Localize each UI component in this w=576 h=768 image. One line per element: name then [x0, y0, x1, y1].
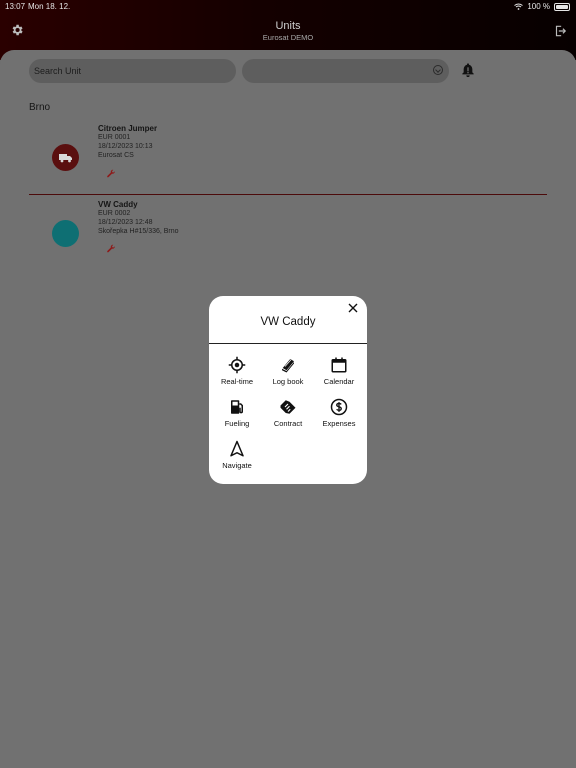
logout-icon[interactable] [553, 24, 567, 38]
unit-name: Citroen Jumper [98, 124, 158, 133]
book-icon [282, 359, 294, 373]
unit-location: Skořepka H#15/336, Brno [98, 228, 179, 235]
calendar-icon [331, 357, 347, 373]
unit-timestamp: 18/12/2023 10:13 [98, 143, 153, 150]
action-expenses[interactable]: Expenses [313, 398, 365, 438]
unit-avatar [52, 220, 79, 247]
action-label: Fueling [224, 419, 250, 428]
status-indicators: 100 % [514, 2, 570, 11]
battery-percent: 100 % [527, 2, 550, 11]
close-icon[interactable] [348, 303, 358, 313]
action-fueling[interactable]: Fueling [211, 398, 263, 438]
unit-plate: EUR 0001 [98, 134, 131, 141]
action-label: Real-time [220, 377, 254, 386]
wrench-icon[interactable] [106, 244, 116, 254]
chevron-down-icon [433, 65, 443, 75]
group-heading: Brno [29, 102, 51, 113]
fuel-pump-icon [231, 400, 243, 414]
unit-actions-modal: VW Caddy Real-time Log book Calendar Fue… [209, 296, 367, 484]
unit-plate: EUR 0002 [98, 210, 131, 217]
page-title: Units [275, 20, 301, 32]
unit-timestamp: 18/12/2023 12:48 [98, 219, 153, 226]
list-divider [29, 194, 547, 195]
action-log-book[interactable]: Log book [262, 356, 314, 396]
unit-location: Eurosat CS [98, 152, 134, 159]
search-input[interactable] [29, 59, 236, 83]
filter-dropdown[interactable] [242, 59, 449, 83]
action-navigate[interactable]: Navigate [211, 440, 263, 480]
modal-title: VW Caddy [260, 316, 316, 328]
action-real-time[interactable]: Real-time [211, 356, 263, 396]
action-calendar[interactable]: Calendar [313, 356, 365, 396]
action-label: Calendar [323, 377, 355, 386]
unit-avatar [52, 144, 79, 171]
status-date: Mon 18. 12. [28, 2, 71, 11]
unit-name: VW Caddy [98, 200, 138, 209]
action-label: Navigate [222, 461, 252, 470]
alert-bell-icon[interactable] [460, 62, 476, 78]
page-subtitle: Eurosat DEMO [262, 33, 314, 42]
dollar-icon [330, 398, 348, 416]
target-icon [228, 356, 246, 374]
action-label: Log book [272, 377, 304, 386]
wifi-icon [514, 3, 524, 10]
modal-divider [209, 343, 367, 344]
wrench-icon[interactable] [106, 169, 116, 179]
handshake-icon [280, 400, 296, 414]
battery-icon [554, 2, 570, 11]
status-time: 13:07 [5, 2, 26, 11]
header-titles: Units Eurosat DEMO [0, 20, 576, 42]
truck-icon [59, 154, 72, 163]
navigate-arrow-icon [230, 440, 244, 457]
action-label: Contract [273, 419, 303, 428]
action-label: Expenses [322, 419, 356, 428]
action-contract[interactable]: Contract [262, 398, 314, 438]
